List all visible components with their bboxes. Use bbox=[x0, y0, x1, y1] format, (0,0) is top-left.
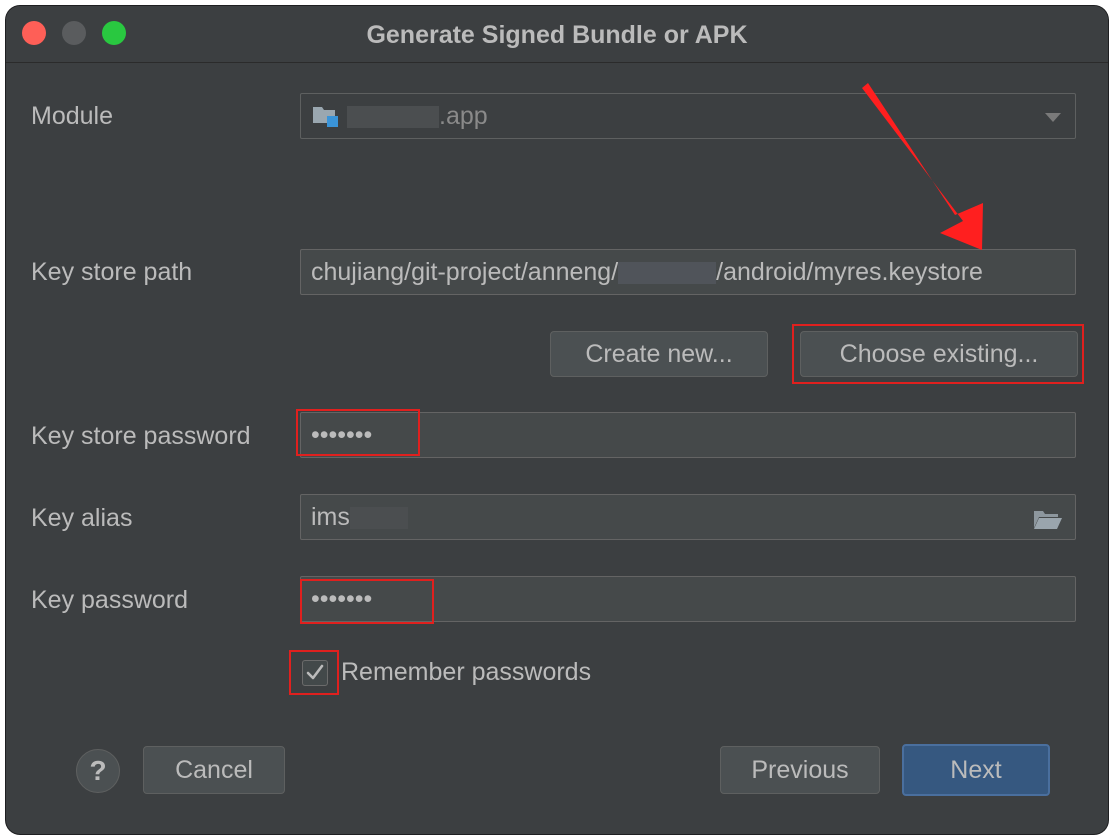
annotation-arrow-icon bbox=[862, 83, 983, 250]
